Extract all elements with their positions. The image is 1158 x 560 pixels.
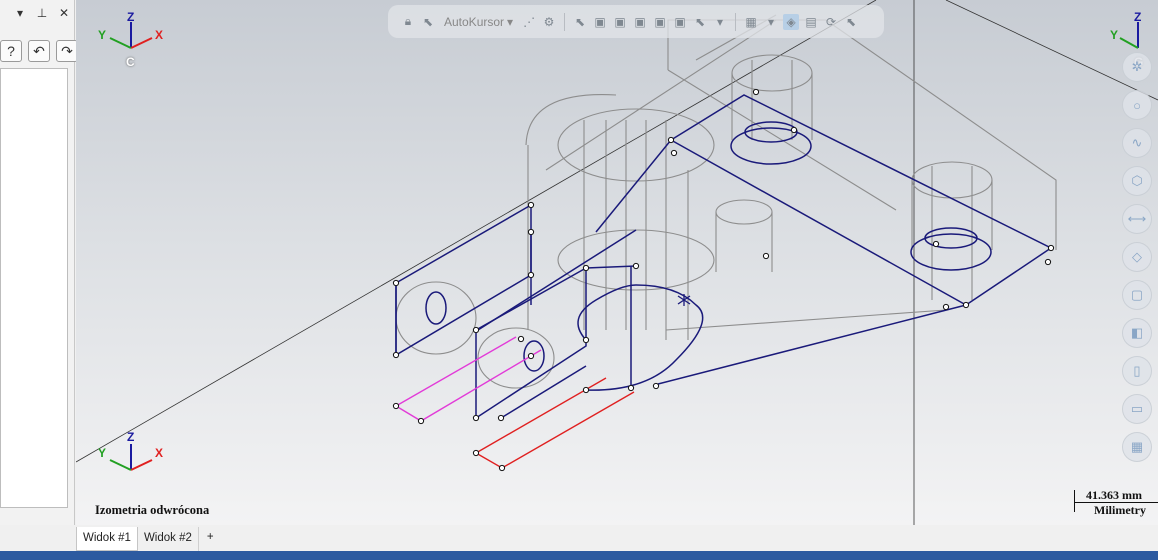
model-tree[interactable] (0, 68, 68, 508)
add-tab-button[interactable]: + (199, 527, 222, 551)
axis-triad-top-right (1119, 22, 1139, 49)
dimension-icon[interactable]: ⟷ (1122, 204, 1152, 234)
axis-x-label-bottom: X (155, 446, 164, 460)
undo-icon[interactable]: ↶ (28, 40, 50, 62)
axis-x-label: X (155, 28, 164, 42)
cursor-icon[interactable]: ⬉ (843, 14, 859, 30)
cursor-icon[interactable]: ⬉ (420, 14, 436, 30)
autokursor-dropdown[interactable]: AutoKursor ▾ (440, 15, 517, 29)
chevron-down-icon[interactable]: ▾ (14, 6, 26, 20)
tab-widok-1[interactable]: Widok #1 (76, 527, 138, 551)
help-icon[interactable]: ? (0, 40, 22, 62)
cube-wire-icon[interactable]: ⬡ (1122, 166, 1152, 196)
autokursor-label: AutoKursor (444, 14, 505, 29)
snap-grid-icon[interactable]: ✲ (1122, 52, 1152, 82)
chevron-down-icon[interactable]: ▾ (712, 14, 728, 30)
axis-z-label: Z (127, 10, 135, 24)
select-icon[interactable]: ⬉ (572, 14, 588, 30)
axis-z-label-right: Z (1134, 10, 1142, 24)
status-bar (0, 551, 1158, 560)
axis-y-label: Y (98, 28, 107, 42)
redo-icon[interactable]: ↷ (56, 40, 78, 62)
axis-triad-bottom-left (109, 444, 153, 471)
cube-icon[interactable]: ▣ (672, 14, 688, 30)
view-cs-label: C (126, 55, 135, 69)
vertex-markers (392, 88, 1055, 472)
axis-y-label-right: Y (1110, 28, 1119, 42)
pin-icon[interactable]: ⊥ (36, 6, 48, 20)
right-toolbar: ✲ ○ ∿ ⬡ ⟷ ◇ ▢ ◧ ▯ ▭ ▦ (1122, 52, 1152, 462)
scale-tick (1074, 490, 1075, 512)
wireframe-scene (76, 0, 1158, 525)
plane-icon[interactable]: ◇ (1122, 242, 1152, 272)
cube-icon[interactable]: ▣ (632, 14, 648, 30)
chevron-down-icon[interactable]: ▾ (763, 14, 779, 30)
highlight-icon[interactable]: ◈ (783, 13, 800, 30)
lock-icon[interactable]: 🔒︎ (400, 14, 416, 30)
cursor-icon[interactable]: ⬉ (692, 14, 708, 30)
view-icon[interactable]: ▤ (803, 14, 819, 30)
circle-icon[interactable]: ○ (1122, 90, 1152, 120)
sheet-icon[interactable]: ▯ (1122, 356, 1152, 386)
cad-viewport[interactable]: Z Y X C Z Y G Z Y X 🔒︎ ⬉ AutoKursor▾ ⋰ ⚙… (76, 0, 1158, 525)
floating-toolbar: 🔒︎ ⬉ AutoKursor ▾ ⋰ ⚙ ⬉ ▣ ▣ ▣ ▣ ▣ ⬉ ▾ ▦ ▾… (388, 5, 884, 38)
view-tabs: Widok #1 Widok #2 + (76, 527, 1158, 551)
scale-value: 41.363 mm (1086, 488, 1142, 502)
red-edges (475, 377, 635, 469)
close-icon[interactable]: ✕ (58, 6, 70, 20)
settings-icon[interactable]: ⚙ (541, 14, 557, 30)
cube-icon[interactable]: ▣ (592, 14, 608, 30)
axis-y-label-bottom: Y (98, 446, 107, 460)
panel-header: ▾ ⊥ ✕ (14, 6, 70, 20)
grid-icon[interactable]: ▦ (1122, 432, 1152, 462)
view-name-label: Izometria odwrócona (95, 503, 210, 517)
cube-icon[interactable]: ▣ (612, 14, 628, 30)
axis-triad-top-left (109, 22, 153, 49)
cube-icon[interactable]: ▣ (652, 14, 668, 30)
toolbar-separator (564, 12, 566, 31)
tab-widok-2[interactable]: Widok #2 (138, 527, 199, 551)
snap-icon[interactable]: ⋰ (521, 14, 537, 30)
grid-icon[interactable]: ▦ (743, 14, 759, 30)
layout-icon[interactable]: ▭ (1122, 394, 1152, 424)
construction-lines (76, 0, 1158, 525)
axis-z-label-bottom: Z (127, 430, 135, 444)
layer-icon[interactable]: ◧ (1122, 318, 1152, 348)
left-panel: ▾ ⊥ ✕ ? ↶ ↷ (0, 0, 78, 525)
box-icon[interactable]: ▢ (1122, 280, 1152, 310)
rotate-icon[interactable]: ⟳ (823, 14, 839, 30)
toolbar-separator (735, 12, 737, 31)
chevron-down-icon: ▾ (507, 14, 514, 29)
curve-icon[interactable]: ∿ (1122, 128, 1152, 158)
navy-edges (395, 94, 1053, 420)
panel-toolbar: ? ↶ ↷ (0, 40, 78, 62)
scale-unit: Milimetry (1094, 503, 1146, 517)
